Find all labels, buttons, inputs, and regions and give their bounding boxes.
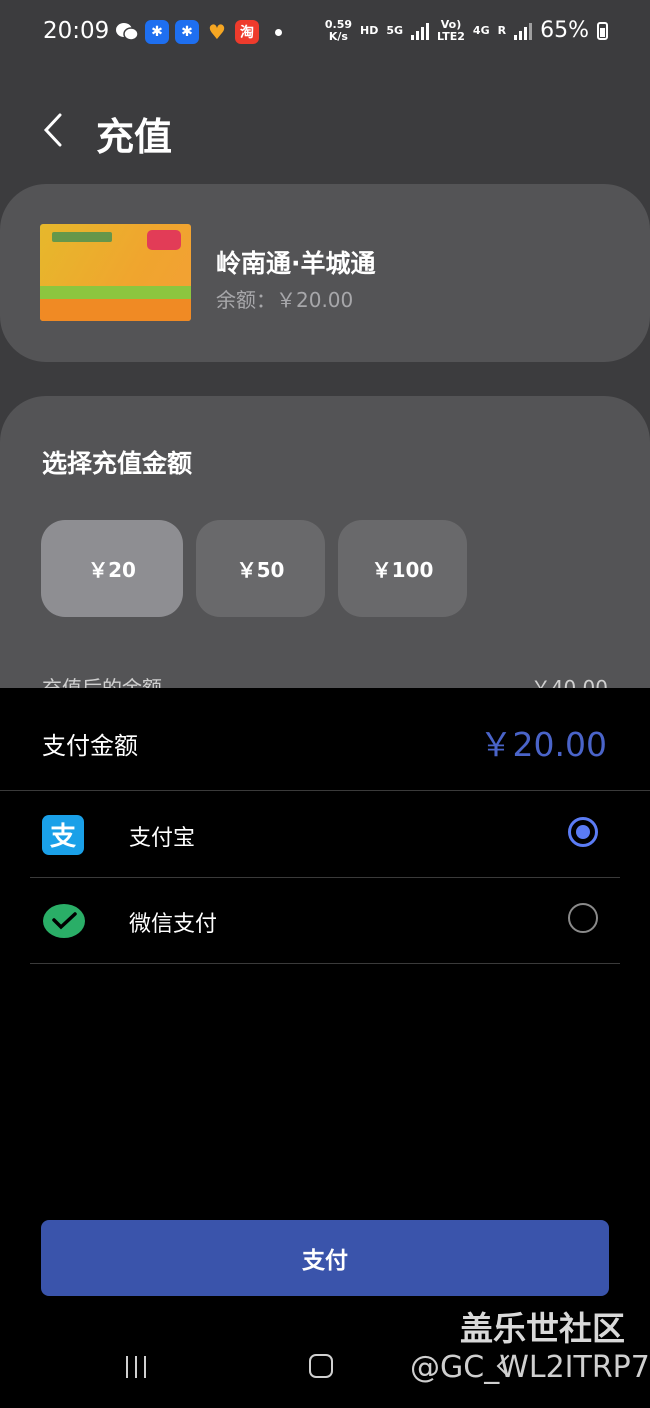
card-badge xyxy=(147,230,181,250)
amount-title: 选择充值金额 xyxy=(42,449,193,478)
page-title: 充值 xyxy=(96,115,173,159)
watermark-title: 盖乐世社区 xyxy=(460,1309,625,1348)
svg-text:支: 支 xyxy=(50,822,76,852)
recent-apps-button[interactable] xyxy=(126,1356,154,1378)
amount-option-100[interactable]: ￥100 xyxy=(338,520,467,617)
net-speed: 0.59 K/s xyxy=(324,17,353,43)
4g-label: 4G xyxy=(472,23,490,37)
app-star-icon: ✱ xyxy=(145,20,169,44)
wechat-pay-icon xyxy=(42,901,85,941)
payment-method-alipay[interactable]: 支 支付宝 xyxy=(30,791,620,878)
roaming-label: R xyxy=(497,23,507,37)
pay-amount-value: ￥20.00 xyxy=(479,725,607,764)
5g-label: 5G xyxy=(386,23,404,37)
wechat-pay-label: 微信支付 xyxy=(129,912,218,937)
signal-icon xyxy=(514,22,533,40)
alipay-radio[interactable] xyxy=(568,817,598,847)
amount-option-50[interactable]: ￥50 xyxy=(196,520,325,617)
pay-amount-label: 支付金额 xyxy=(42,732,138,760)
chevron-left-icon xyxy=(43,113,62,147)
transit-card-image xyxy=(40,224,191,321)
app-star-icon: ✱ xyxy=(175,20,199,44)
card-balance: 余额：￥20.00 xyxy=(216,288,354,312)
pay-button[interactable]: 支付 xyxy=(41,1220,609,1296)
wechat-pay-radio[interactable] xyxy=(568,903,598,933)
app-heart-icon: ♥ xyxy=(208,20,226,44)
alipay-icon: 支 xyxy=(42,815,84,855)
amount-option-20[interactable]: ￥20 xyxy=(41,520,183,617)
card-name: 岭南通·羊城通 xyxy=(216,249,376,278)
more-notifications-dot xyxy=(275,28,282,36)
system-status: 0.59 K/s HD 5G Vo) LTE2 4G R 65% xyxy=(325,18,608,43)
watermark-handle: @GC_WL2ITRP7 xyxy=(410,1350,650,1385)
status-bar: 20:09 ✱ ✱ ♥ 淘 0.59 K/s HD 5G Vo) LTE2 4G… xyxy=(0,0,650,64)
back-button[interactable] xyxy=(38,110,74,150)
payment-method-wechat[interactable]: 微信支付 xyxy=(30,877,620,964)
signal-icon xyxy=(411,22,430,40)
battery-icon xyxy=(597,21,608,40)
alipay-label: 支付宝 xyxy=(129,826,196,851)
wechat-icon xyxy=(115,20,139,44)
card-logo xyxy=(52,232,112,242)
amount-panel: 选择充值金额 ￥20 ￥50 ￥100 充值后的余额 ￥40.00 xyxy=(0,396,650,736)
card-stripe-orange xyxy=(40,299,191,321)
battery-percent: 65% xyxy=(540,18,589,43)
hd-indicator: HD xyxy=(360,23,379,37)
payment-sheet: 支付金额 ￥20.00 支 支付宝 微信支付 支付 盖乐世社区 @GC_WL2I… xyxy=(0,688,650,1408)
home-button[interactable] xyxy=(309,1354,333,1378)
notification-icons: ✱ ✱ ♥ 淘 xyxy=(115,20,282,44)
taobao-icon: 淘 xyxy=(235,20,259,44)
transit-card-panel: 岭南通·羊城通 余额：￥20.00 xyxy=(0,184,650,362)
status-time: 20:09 xyxy=(43,18,110,44)
card-stripe-green xyxy=(40,286,191,299)
volte-indicator: Vo) LTE2 xyxy=(437,17,465,43)
